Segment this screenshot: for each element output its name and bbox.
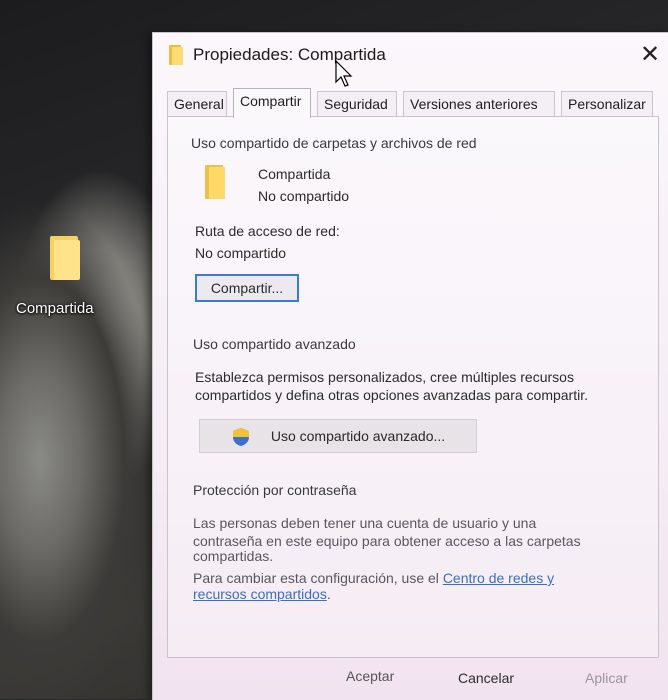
title-bar[interactable]: Propiedades: Compartida ✕ (153, 33, 668, 77)
tab-versiones-anteriores[interactable]: Versiones anteriores (403, 91, 555, 117)
share-button[interactable]: Compartir... (195, 274, 299, 302)
dialog-title: Propiedades: Compartida (193, 45, 386, 64)
advanced-sharing-button[interactable]: Uso compartido avanzado... (199, 419, 477, 453)
advanced-sharing-heading: Uso compartido avanzado (193, 336, 356, 352)
ok-button[interactable]: Aceptar (346, 668, 394, 684)
password-protection-text-3: compartidas. (193, 548, 274, 564)
password-protection-text-4: Para cambiar esta configuración, use el … (193, 570, 554, 586)
apply-button[interactable]: Aplicar (585, 670, 628, 686)
password-protection-suffix: . (326, 586, 331, 602)
properties-dialog: Propiedades: Compartida ✕ General Compar… (152, 32, 668, 700)
folder-name: Compartida (258, 166, 331, 182)
tab-general[interactable]: General (167, 91, 227, 117)
cancel-button[interactable]: Cancelar (458, 670, 514, 686)
desktop-folder-label: Compartida (16, 300, 94, 317)
password-protection-text-5: recursos compartidos. (193, 586, 331, 602)
folder-icon (169, 45, 183, 65)
tab-compartir[interactable]: Compartir (233, 88, 311, 118)
network-path-value: No compartido (195, 245, 287, 261)
uac-shield-icon (233, 428, 249, 446)
folder-share-status: No compartido (258, 188, 350, 204)
password-protection-heading: Protección por contraseña (193, 482, 357, 498)
network-path-label: Ruta de acceso de red: (195, 223, 340, 239)
network-center-link[interactable]: Centro de redes y (443, 570, 554, 586)
network-sharing-heading: Uso compartido de carpetas y archivos de… (191, 135, 477, 151)
password-protection-prefix: Para cambiar esta configuración, use el (193, 570, 443, 586)
folder-icon (205, 165, 227, 199)
close-button[interactable]: ✕ (631, 37, 668, 73)
network-center-link-continued[interactable]: recursos compartidos (193, 586, 327, 602)
tab-strip: General Compartir Seguridad Versiones an… (167, 88, 657, 118)
tab-personalizar[interactable]: Personalizar (561, 91, 653, 117)
tab-seguridad[interactable]: Seguridad (317, 91, 397, 117)
desktop-folder-compartida[interactable]: Compartida (14, 234, 114, 317)
mouse-cursor-icon (335, 60, 353, 87)
advanced-sharing-button-label: Uso compartido avanzado... (270, 428, 446, 444)
advanced-sharing-description-2: compartidos y defina otras opciones avan… (195, 387, 588, 403)
password-protection-text-2: contraseña en este equipo para obtener a… (193, 533, 581, 549)
advanced-sharing-description-1: Establezca permisos personalizados, cree… (195, 369, 574, 385)
password-protection-text-1: Las personas deben tener una cuenta de u… (193, 515, 537, 531)
folder-icon (40, 234, 88, 282)
